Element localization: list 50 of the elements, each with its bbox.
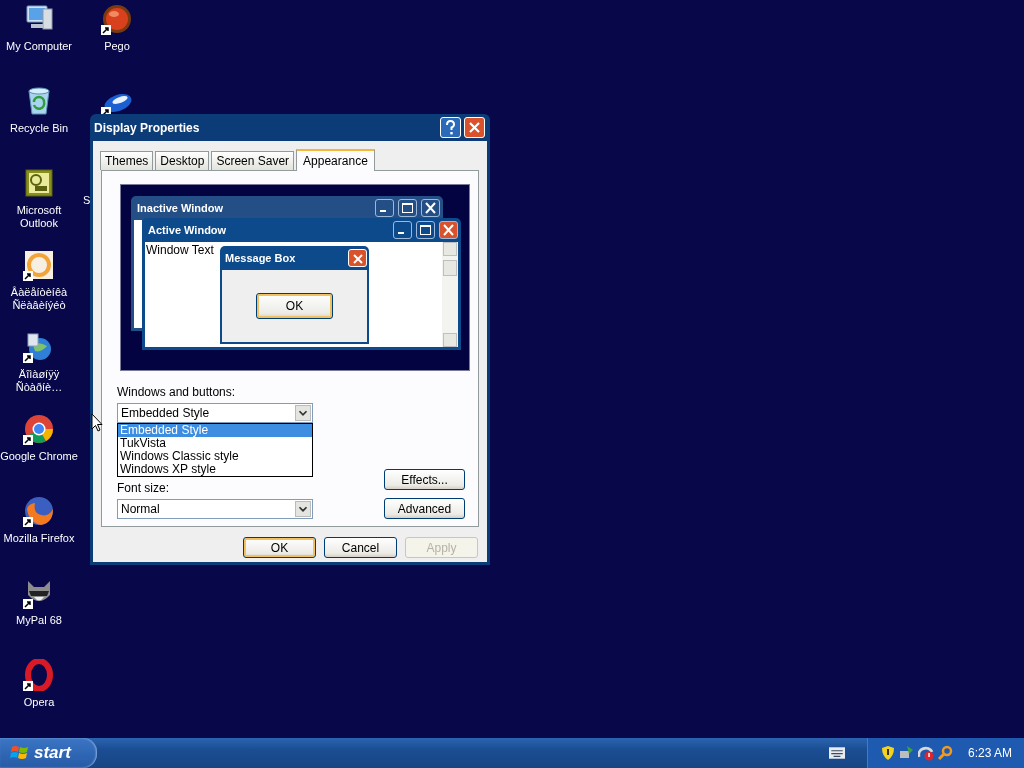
caret-icon[interactable]: [295, 405, 311, 421]
desktop-icon-label[interactable]: Recycle Bin: [9, 122, 69, 135]
desktop-icon-label[interactable]: S: [83, 194, 91, 207]
desktop-icon-label[interactable]: Pego: [104, 40, 130, 53]
desktop-icon-label[interactable]: MyPal 68: [16, 614, 62, 627]
shield-icon[interactable]: [879, 745, 896, 761]
style-dropdown[interactable]: Embedded Style: [117, 403, 313, 423]
tab[interactable]: Desktop: [155, 151, 210, 170]
flag-icon: [10, 744, 30, 762]
ring-icon: [23, 659, 55, 691]
font-size-dropdown[interactable]: Normal: [117, 499, 313, 519]
dialog-button[interactable]: Effects...: [384, 469, 465, 490]
fox-globe-icon: [23, 495, 55, 527]
close-button[interactable]: [464, 117, 485, 138]
desktop-icon-label[interactable]: Mozilla Firefox: [3, 532, 75, 545]
search-icon[interactable]: [936, 745, 953, 761]
ball-icon: [101, 3, 133, 35]
dropdown-option[interactable]: TukVista: [118, 437, 312, 450]
keyboard-icon[interactable]: [828, 745, 845, 761]
dialog-button[interactable]: Advanced: [384, 498, 465, 519]
field-label: Font size:: [117, 481, 171, 496]
clock: 6:23 AM: [967, 746, 1012, 760]
tab[interactable]: Themes: [100, 151, 154, 170]
calendar-card-icon: [23, 167, 55, 199]
ring-icon: [23, 249, 55, 281]
tricolor-circle-icon: [23, 413, 55, 445]
dropdown-option[interactable]: Windows Classic style: [118, 450, 312, 463]
start-button[interactable]: start: [0, 738, 97, 768]
desktop-icon-label[interactable]: Äîìàøíÿÿ Ñòàðíè…: [0, 368, 78, 394]
dropdown-option[interactable]: Windows XP style: [118, 463, 312, 476]
desktop-icon-label[interactable]: Âàëåíòèíêà Ñëàâèíýéò: [0, 286, 78, 312]
dialog-button[interactable]: OK: [243, 537, 316, 558]
desktop-icon-label[interactable]: Google Chrome: [0, 450, 78, 463]
desktop-icon-label[interactable]: My Computer: [6, 40, 72, 53]
desktop-icon-label[interactable]: Opera: [23, 696, 55, 709]
caret-icon[interactable]: [295, 501, 311, 517]
window-text: Window Text: [145, 242, 214, 257]
dialog-button[interactable]: Cancel: [324, 537, 397, 558]
window-title: Message Box: [225, 252, 297, 264]
ok-button[interactable]: OK: [256, 293, 333, 319]
tab[interactable]: Screen Saver: [211, 151, 295, 170]
window-title: Inactive Window: [137, 202, 225, 214]
window-title: Display Properties: [94, 120, 201, 135]
desktop-icon-label[interactable]: Microsoft Outlook: [0, 204, 78, 230]
help-button[interactable]: [440, 117, 461, 138]
window-title: Active Window: [148, 224, 228, 236]
tab[interactable]: Appearance: [296, 149, 375, 171]
alert-icon[interactable]: [917, 745, 934, 761]
field-label: Windows and buttons:: [117, 385, 237, 400]
network-icon[interactable]: [898, 745, 915, 761]
